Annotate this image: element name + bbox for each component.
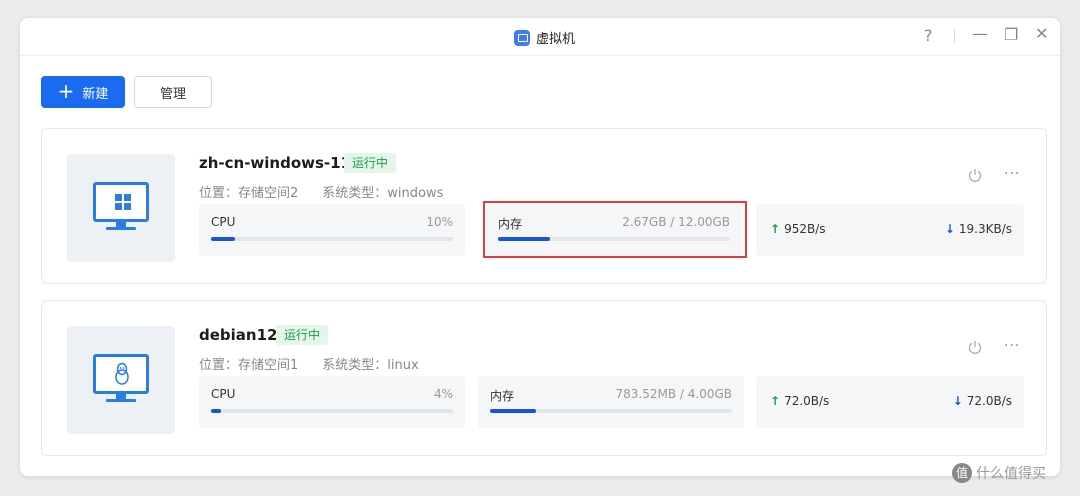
vm-location: 位置：存储空间2 [199, 186, 299, 201]
more-options-icon[interactable]: ··· [1004, 338, 1020, 354]
monitor-icon [93, 182, 149, 222]
power-icon[interactable] [967, 339, 983, 355]
window-title-text: 虚拟机 [536, 32, 576, 47]
manage-button[interactable]: 管理 [134, 76, 212, 108]
more-options-icon[interactable]: ··· [1004, 166, 1020, 182]
arrow-down-icon: ↓ [952, 394, 963, 408]
cpu-label: CPU [211, 215, 236, 229]
power-icon[interactable] [967, 167, 983, 183]
new-vm-button[interactable]: + 新建 [41, 76, 125, 108]
arrow-up-icon: ↑ [770, 394, 781, 408]
restore-icon[interactable]: ❐ [1004, 25, 1018, 44]
vm-name[interactable]: debian12 [199, 326, 277, 344]
vm-meta: 位置：存储空间2 系统类型：windows [199, 182, 443, 201]
cpu-value: 10% [426, 215, 453, 229]
cpu-progress-bar [211, 237, 453, 241]
download-rate: ↓ 72.0B/s [953, 394, 1012, 408]
cpu-label: CPU [211, 387, 236, 401]
status-badge: 运行中 [276, 325, 329, 345]
linux-tux-icon [115, 362, 129, 385]
download-rate: ↓ 19.3KB/s [945, 222, 1012, 236]
monitor-base [106, 227, 136, 230]
upload-value: 72.0B/s [784, 394, 830, 408]
memory-progress-fill [490, 409, 536, 413]
download-value: 72.0B/s [966, 394, 1012, 408]
cpu-stat: CPU 4% [199, 376, 465, 428]
download-value: 19.3KB/s [958, 222, 1012, 236]
manage-label: 管理 [159, 86, 186, 102]
vm-thumbnail [67, 154, 175, 262]
cpu-progress-bar [211, 409, 453, 413]
memory-label: 内存 [490, 389, 515, 403]
memory-stat: 内存 783.52MB / 4.00GB [478, 376, 744, 428]
virtual-machine-icon [514, 29, 530, 46]
vm-card[interactable]: zh-cn-windows-11 运行中 位置：存储空间2 系统类型：window… [41, 128, 1047, 284]
monitor-icon [93, 354, 149, 394]
cpu-stat: CPU 10% [199, 204, 465, 256]
vm-card[interactable]: debian12 运行中 位置：存储空间1 系统类型：linux ··· CPU … [41, 300, 1047, 456]
window-title: 虚拟机 [514, 28, 575, 47]
minimize-icon[interactable]: — [972, 24, 988, 43]
network-stat: ↑ 72.0B/s ↓ 72.0B/s [756, 376, 1024, 428]
memory-value: 783.52MB / 4.00GB [615, 387, 733, 401]
arrow-down-icon: ↓ [944, 222, 955, 236]
titlebar-divider [954, 28, 955, 44]
upload-rate: ↑ 72.0B/s [770, 394, 829, 408]
close-icon[interactable]: ✕ [1035, 24, 1048, 43]
vm-manager-window: 虚拟机 ? — ❐ ✕ + 新建 管理 zh-cn-windows-11 运行中… [20, 18, 1060, 476]
upload-rate: ↑ 952B/s [770, 222, 826, 236]
vm-location: 位置：存储空间1 [199, 358, 299, 373]
vm-meta: 位置：存储空间1 系统类型：linux [199, 354, 419, 373]
network-stat: ↑ 952B/s ↓ 19.3KB/s [756, 204, 1024, 256]
vm-thumbnail [67, 326, 175, 434]
vm-os-type: 系统类型：windows [322, 186, 444, 201]
monitor-base [106, 399, 136, 402]
watermark-text: 什么值得买 [976, 466, 1046, 482]
cpu-progress-fill [211, 409, 221, 413]
memory-progress-bar [490, 409, 732, 413]
upload-value: 952B/s [784, 222, 826, 236]
cpu-progress-fill [211, 237, 236, 241]
watermark-logo-icon: 值 [952, 463, 972, 483]
plus-icon: + [57, 79, 75, 103]
windows-icon [115, 194, 131, 210]
vm-name[interactable]: zh-cn-windows-11 [199, 154, 351, 172]
status-badge: 运行中 [344, 153, 397, 173]
highlight-box [483, 201, 747, 258]
arrow-up-icon: ↑ [770, 222, 781, 236]
help-icon[interactable]: ? [924, 26, 933, 45]
cpu-value: 4% [433, 387, 453, 401]
watermark: 值 什么值得买 [952, 463, 1046, 483]
vm-os-type: 系统类型：linux [322, 358, 419, 373]
title-bar: 虚拟机 ? — ❐ ✕ [20, 18, 1060, 56]
new-vm-label: 新建 [82, 86, 109, 102]
